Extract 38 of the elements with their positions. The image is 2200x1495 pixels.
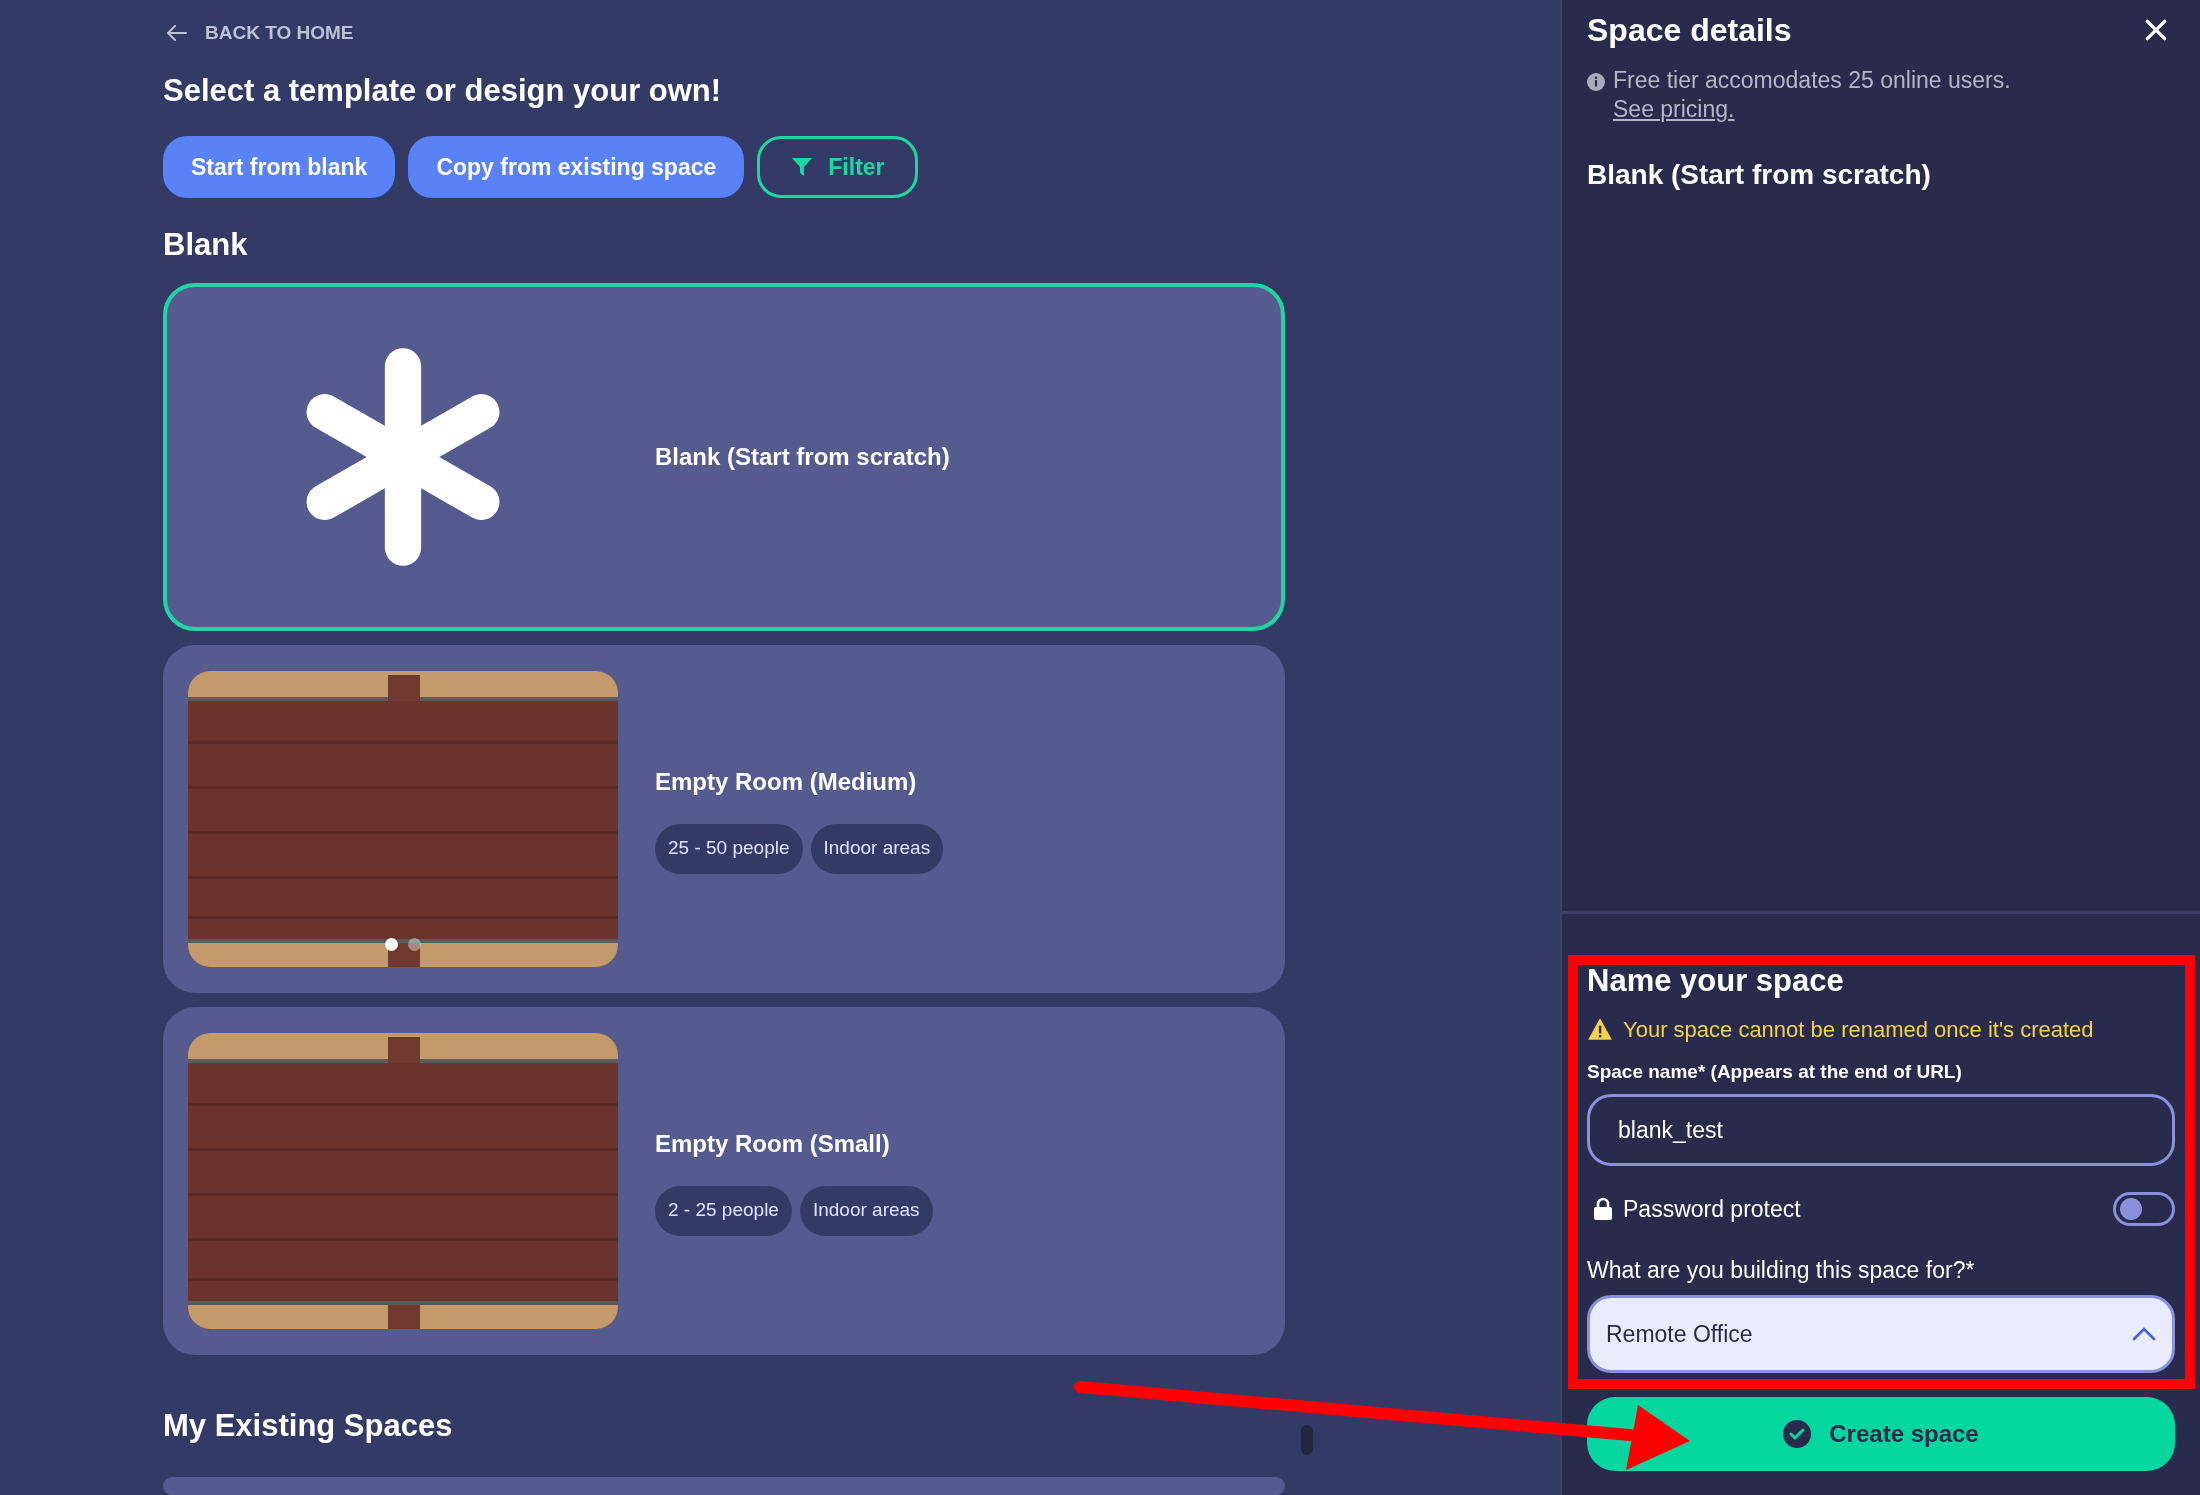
section-title: My Existing Spaces bbox=[163, 1406, 453, 1445]
purpose-select[interactable]: Remote Office bbox=[1587, 1295, 2175, 1373]
action-button[interactable]: Copy from existing space bbox=[408, 136, 745, 198]
template-card[interactable]: Blank (Start from scratch) bbox=[163, 282, 1285, 631]
tag: 2 - 25 people bbox=[655, 1185, 792, 1236]
filter-button[interactable]: Filter bbox=[757, 136, 918, 198]
back-link[interactable]: BACK TO HOME bbox=[205, 19, 354, 48]
action-button[interactable]: Start from blank bbox=[163, 136, 396, 198]
tag: Indoor areas bbox=[799, 1185, 933, 1236]
info-icon bbox=[1587, 73, 1605, 91]
lock-icon bbox=[1593, 1197, 1613, 1222]
template-title: Empty Room (Medium) bbox=[655, 766, 918, 797]
info-text: Free tier accomodates 25 online users. See pricing. bbox=[1613, 66, 2012, 124]
password-label: Password protect bbox=[1623, 1195, 1801, 1224]
space-name-field[interactable]: blank_test bbox=[1587, 1094, 2175, 1166]
check-circle-icon bbox=[1783, 1420, 1812, 1448]
create-space-button[interactable]: Create space bbox=[1587, 1397, 2175, 1471]
tag: Indoor areas bbox=[810, 823, 944, 874]
scrollbar-thumb[interactable] bbox=[1301, 1425, 1313, 1455]
filter-icon bbox=[790, 155, 815, 179]
template-title: Empty Room (Small) bbox=[655, 1128, 891, 1159]
page-heading: Select a template or design your own! bbox=[163, 71, 723, 110]
warning-text: Your space cannot be renamed once it's created bbox=[1623, 1015, 2094, 1044]
panel-title: Space details bbox=[1587, 11, 1792, 50]
template-card[interactable]: Empty Room (Medium) 25 - 50 people Indoor areas bbox=[163, 644, 1285, 993]
pricing-link[interactable]: See pricing. bbox=[1613, 96, 1735, 122]
section-title: Blank bbox=[163, 226, 249, 264]
field-label: Space name* (Appears at the end of URL) bbox=[1587, 1059, 1963, 1084]
password-toggle[interactable] bbox=[2113, 1192, 2175, 1227]
close-icon[interactable] bbox=[2143, 17, 2169, 43]
selected-template-name: Blank (Start from scratch) bbox=[1587, 158, 1932, 192]
tag: 25 - 50 people bbox=[655, 823, 803, 874]
warning-icon bbox=[1587, 1017, 1613, 1041]
field-label: What are you building this space for?* bbox=[1587, 1255, 1976, 1285]
template-card[interactable]: Empty Room (Small) 2 - 25 people Indoor areas bbox=[163, 1006, 1285, 1355]
chevron-up-icon bbox=[2132, 1327, 2156, 1341]
form-title: Name your space bbox=[1587, 962, 1845, 1000]
template-title: Blank (Start from scratch) bbox=[655, 441, 950, 472]
